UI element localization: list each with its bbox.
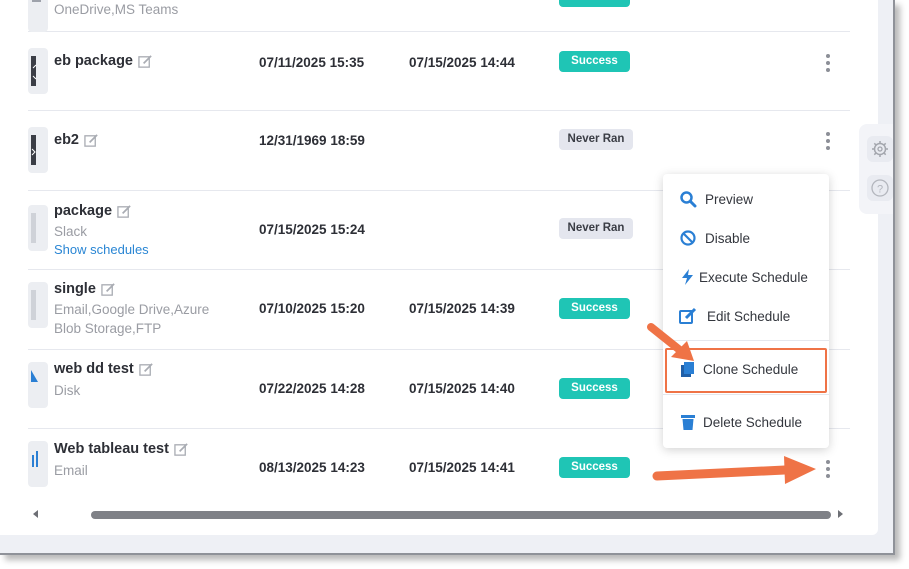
annotation-layer bbox=[647, 323, 816, 484]
screenshot-frame: OneDrive,MS Teams eb package 07/11/2025 … bbox=[0, 0, 895, 555]
annotation-arrow-icon bbox=[652, 456, 816, 484]
annotation-arrow-icon bbox=[647, 323, 694, 361]
